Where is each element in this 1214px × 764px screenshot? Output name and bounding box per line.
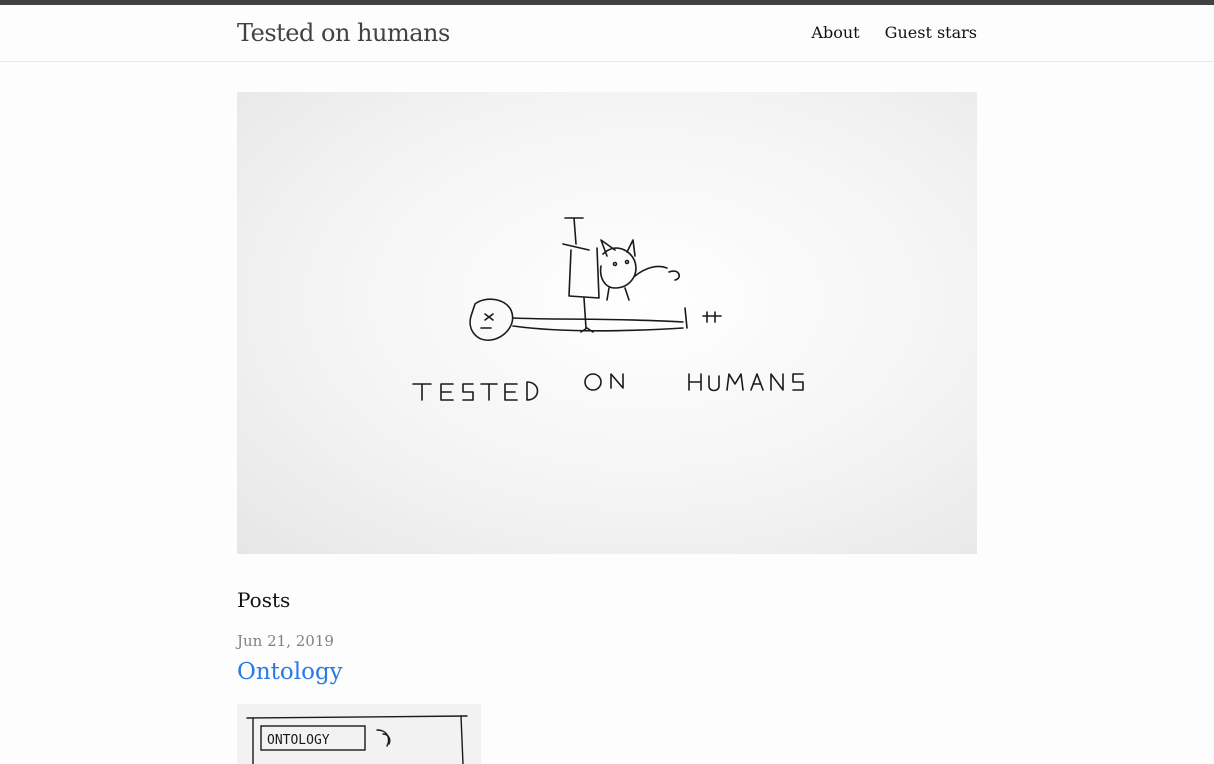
site-header: Tested on humans About Guest stars (0, 5, 1214, 62)
nav-link-about[interactable]: About (811, 23, 859, 42)
thumbnail-label: ONTOLOGY (267, 733, 330, 748)
post-thumbnail[interactable]: ONTOLOGY (237, 704, 481, 764)
hero-image (237, 92, 977, 554)
site-nav: About Guest stars (791, 22, 977, 44)
hero-drawing (412, 217, 804, 401)
posts-heading: Posts (237, 588, 291, 612)
nav-link-guest-stars[interactable]: Guest stars (885, 23, 977, 42)
thumbnail-drawing: ONTOLOGY (246, 715, 468, 764)
post-date: Jun 21, 2019 (237, 632, 334, 650)
post-title-link[interactable]: Ontology (237, 656, 343, 688)
site-title-link[interactable]: Tested on humans (237, 17, 450, 49)
